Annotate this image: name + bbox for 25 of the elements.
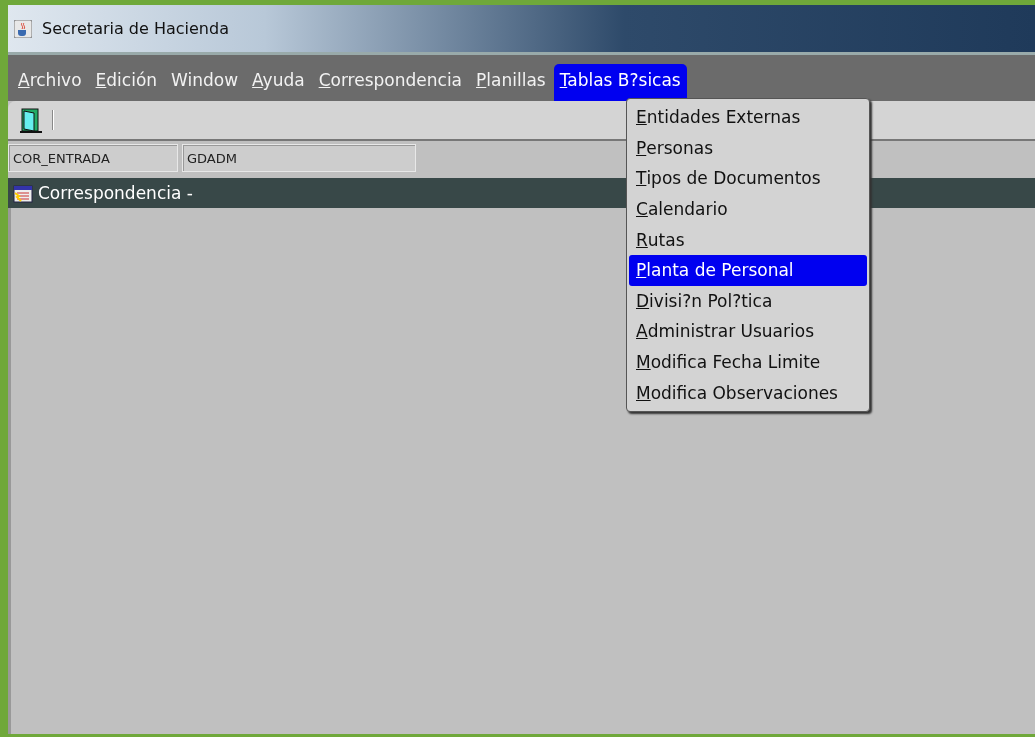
inner-window-title: Correspondencia - bbox=[38, 183, 193, 203]
dropdown-item[interactable]: Planta de Personal bbox=[629, 254, 867, 286]
status-field: COR_ENTRADA bbox=[8, 144, 178, 172]
menu-item[interactable]: Tablas B?sicas bbox=[553, 64, 687, 101]
dropdown-item[interactable]: Personas bbox=[629, 132, 867, 164]
java-cup-icon bbox=[14, 19, 32, 38]
dropdown-item[interactable]: Rutas bbox=[629, 224, 867, 255]
dropdown-item[interactable]: Modifica Fecha Limite bbox=[629, 346, 867, 378]
window-title: Secretaria de Hacienda bbox=[42, 19, 229, 38]
dropdown-item[interactable]: Calendario bbox=[629, 193, 867, 225]
toolbar-separator-icon bbox=[52, 110, 55, 130]
menu-item[interactable]: Archivo bbox=[12, 64, 88, 101]
menu-item[interactable]: Planillas bbox=[470, 64, 552, 101]
menu-item[interactable]: Ayuda bbox=[246, 64, 311, 101]
dropdown-item[interactable]: Tipos de Documentos bbox=[629, 163, 867, 194]
dropdown-item[interactable]: Modifica Observaciones bbox=[629, 377, 867, 408]
dropdown-item[interactable]: Divisi?n Pol?tica bbox=[629, 285, 867, 317]
menu-item[interactable]: Edición bbox=[89, 64, 164, 101]
form-window-icon bbox=[12, 183, 34, 203]
menu-item[interactable]: Window bbox=[165, 64, 245, 101]
exit-door-icon[interactable] bbox=[20, 107, 42, 133]
dropdown-item[interactable]: Administrar Usuarios bbox=[629, 316, 867, 347]
status-field: GDADM bbox=[182, 144, 416, 172]
menu-item[interactable]: Correspondencia bbox=[312, 64, 469, 101]
dropdown-item[interactable]: Entidades Externas bbox=[629, 102, 867, 133]
